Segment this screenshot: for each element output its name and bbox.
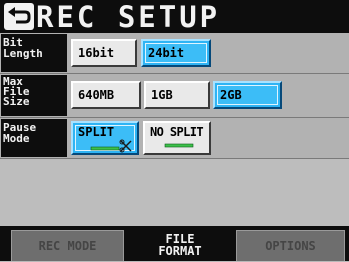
return-arrow-icon [8,7,31,24]
tab-rec-mode[interactable]: REC MODE [11,230,124,261]
tab-options[interactable]: OPTIONS [236,230,345,261]
max-file-size-label: Max File Size [1,75,67,116]
tab-bar: REC MODE FILE FORMAT OPTIONS [0,226,349,261]
split-button[interactable]: SPLIT [71,121,139,155]
size-1gb-button[interactable]: 1GB [144,81,210,109]
bit-length-label: Bit Length [1,34,67,72]
no-split-button[interactable]: NO SPLIT [143,121,211,155]
empty-area [0,159,349,226]
bit-length-row: Bit Length 16bit 24bit [0,33,349,74]
tab-file-format-line2: FORMAT [158,244,202,258]
pause-mode-label: Pause Mode [1,119,67,157]
title-bar: REC SETUP [0,0,349,34]
back-button[interactable] [4,3,34,30]
no-split-icon [164,143,194,148]
bit-16-button[interactable]: 16bit [71,39,137,67]
size-2gb-button[interactable]: 2GB [213,81,282,109]
split-icon [90,139,132,153]
pause-mode-row: Pause Mode SPLIT NO SPLIT [0,118,349,159]
bit-24-button[interactable]: 24bit [141,39,211,67]
max-file-size-row: Max File Size 640MB 1GB 2GB [0,74,349,118]
rec-setup-screen: REC SETUP Bit Length 16bit 24bit Max Fil… [0,0,349,261]
page-title: REC SETUP [36,0,221,34]
size-640mb-button[interactable]: 640MB [71,81,141,109]
tab-file-format[interactable]: FILE FORMAT [124,230,236,261]
